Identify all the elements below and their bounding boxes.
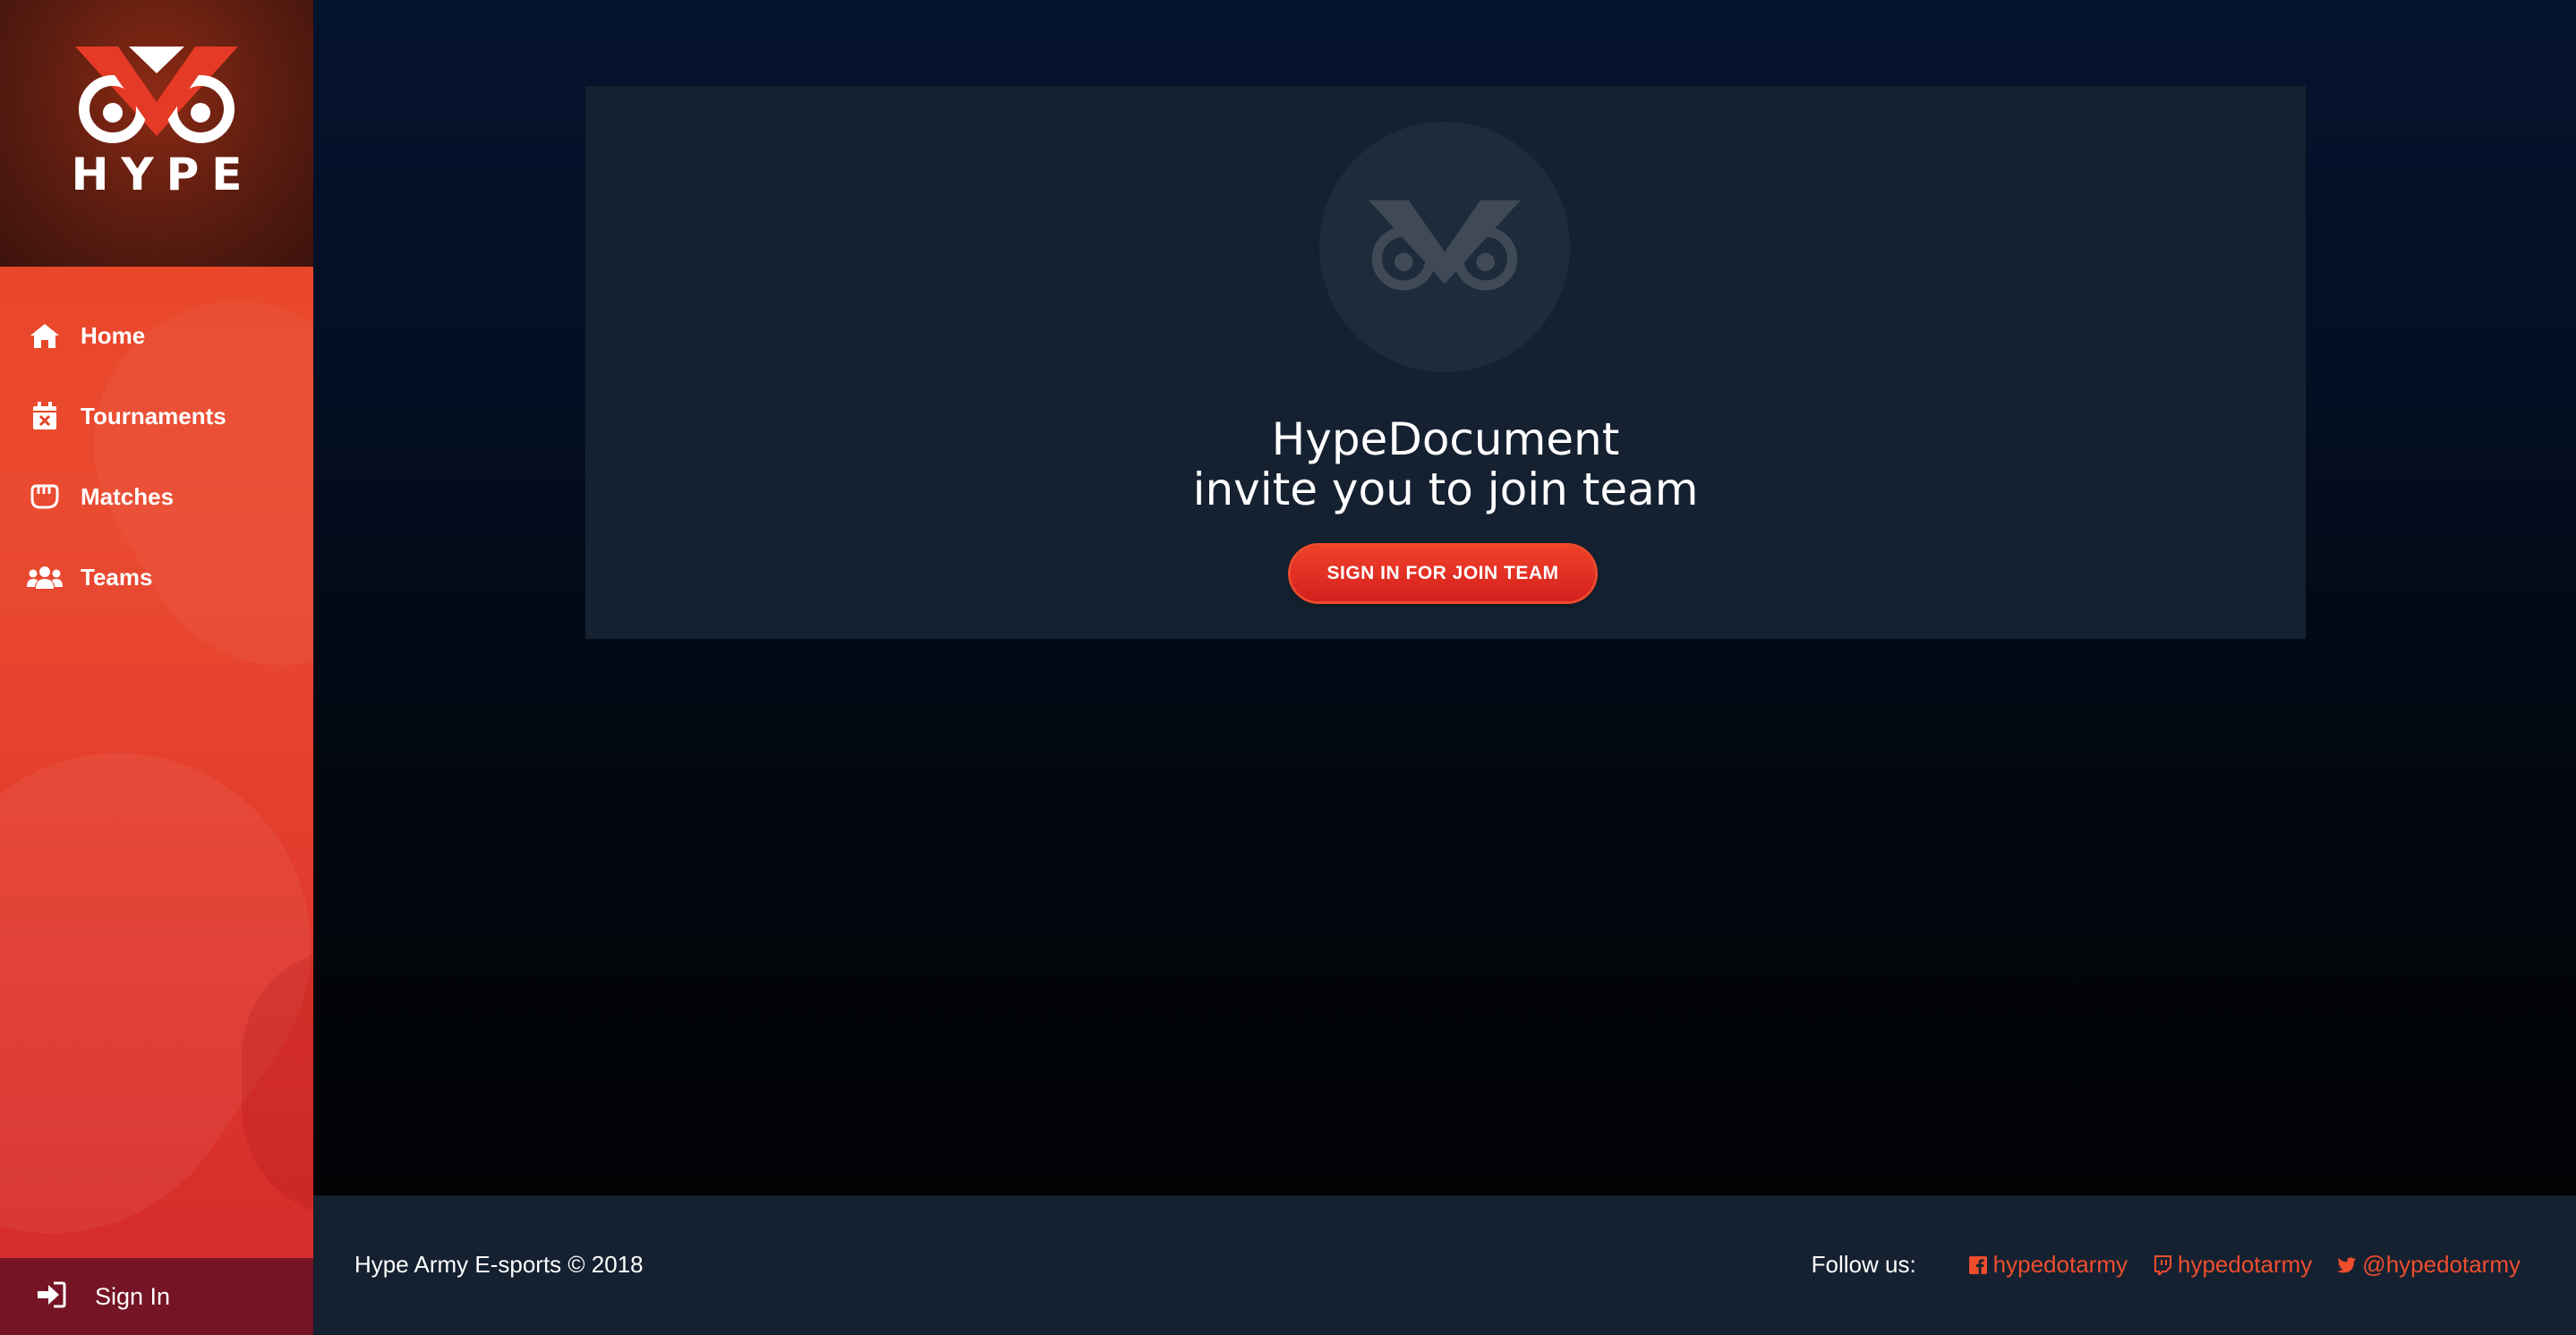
calendar-icon: [27, 398, 63, 434]
nav-item-home[interactable]: Home: [0, 295, 313, 376]
twitter-icon: [2337, 1255, 2357, 1275]
team-avatar: [1319, 122, 1570, 372]
twitch-icon: [2153, 1254, 2172, 1275]
footer: Hype Army E-sports © 2018 Follow us: hyp…: [313, 1195, 2576, 1335]
nav-item-label: Teams: [81, 563, 153, 591]
main-nav: Home Tournaments Matches Teams: [0, 295, 313, 617]
brand-header[interactable]: HYPE: [0, 0, 313, 267]
sign-in-button[interactable]: Sign In: [0, 1258, 313, 1335]
fist-icon: [27, 479, 63, 514]
nav-item-label: Home: [81, 321, 146, 349]
nav-item-label: Matches: [81, 482, 175, 510]
twitter-link[interactable]: @hypedotarmy: [2337, 1251, 2521, 1279]
facebook-link[interactable]: hypedotarmy: [1968, 1251, 2128, 1279]
twitch-handle: hypedotarmy: [2177, 1251, 2313, 1278]
twitter-handle: @hypedotarmy: [2362, 1251, 2521, 1278]
facebook-handle: hypedotarmy: [1992, 1251, 2128, 1278]
nav-item-tournaments[interactable]: Tournaments: [0, 376, 313, 456]
follow-us-label: Follow us:: [1811, 1251, 1916, 1278]
team-invite-card: HypeDocument invite you to join team SIG…: [585, 86, 2306, 639]
home-icon: [27, 318, 63, 353]
facebook-icon: [1968, 1255, 1988, 1275]
nav-item-label: Tournaments: [81, 402, 226, 429]
hype-logo-icon: [1369, 200, 1521, 291]
brand-name: HYPE: [71, 149, 255, 200]
users-icon: [27, 559, 63, 595]
copyright-text: Hype Army E-sports © 2018: [354, 1251, 644, 1278]
twitch-link[interactable]: hypedotarmy: [2153, 1251, 2312, 1279]
social-links: Follow us: hypedotarmy hypedotarmy @hype…: [1812, 1251, 2521, 1279]
hype-logo-icon: [75, 47, 238, 143]
invite-message: invite you to join team: [1192, 463, 1699, 515]
page: HYPE Home Tournaments Matches Teams Sign…: [0, 0, 2576, 1335]
invite-team-name: HypeDocument: [1271, 413, 1620, 465]
nav-item-teams[interactable]: Teams: [0, 537, 313, 617]
sign-in-icon: [36, 1281, 66, 1313]
sign-in-join-team-button[interactable]: SIGN IN FOR JOIN TEAM: [1291, 546, 1595, 601]
nav-item-matches[interactable]: Matches: [0, 456, 313, 537]
sidebar: HYPE Home Tournaments Matches Teams Sign…: [0, 0, 313, 1335]
sign-in-label: Sign In: [95, 1282, 171, 1310]
main-content: HypeDocument invite you to join team SIG…: [313, 0, 2576, 1195]
